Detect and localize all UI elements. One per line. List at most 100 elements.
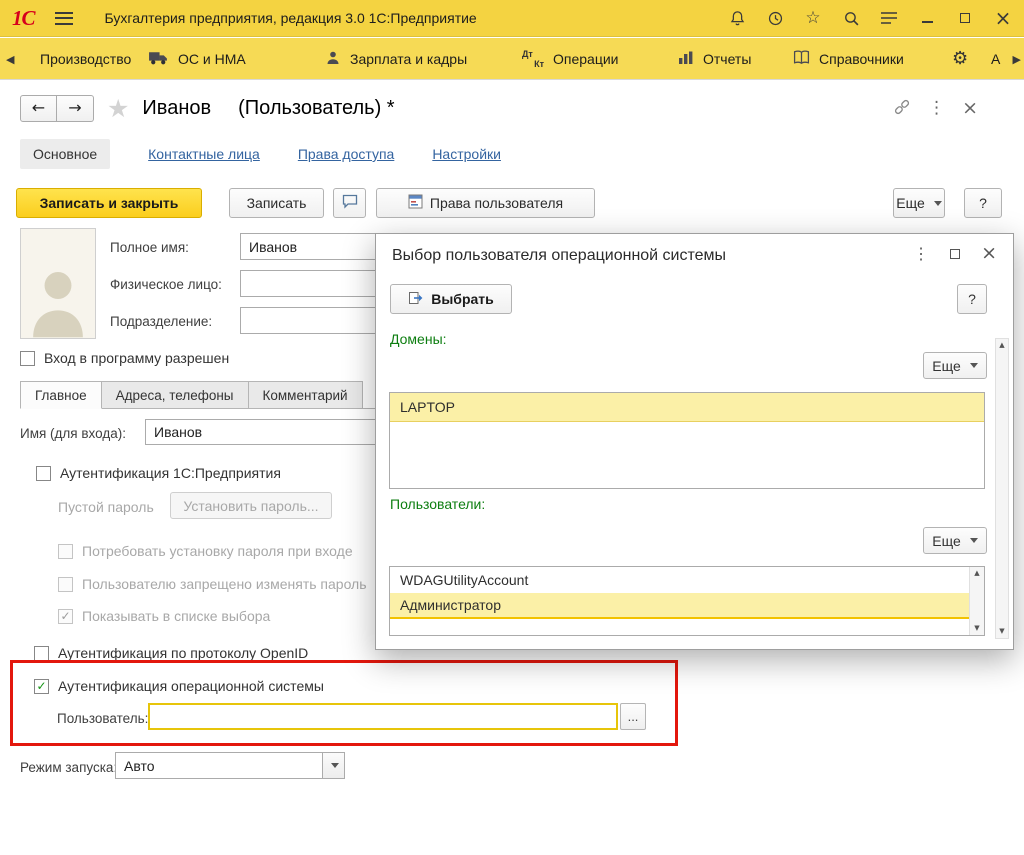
full-name-label: Полное имя:	[110, 240, 189, 255]
users-list-scrollbar[interactable]: ▲ ▼	[969, 567, 984, 635]
user-photo-placeholder[interactable]	[20, 228, 96, 339]
nav-item-production[interactable]: Производство	[40, 38, 131, 80]
auth-1c-checkbox[interactable]: Аутентификация 1С:Предприятия	[36, 465, 281, 481]
scroll-down-icon[interactable]: ▼	[974, 622, 979, 635]
help-button[interactable]: ?	[964, 188, 1002, 218]
titlebar: 1С Бухгалтерия предприятия, редакция 3.0…	[0, 0, 1024, 37]
nav-item-directories[interactable]: Справочники	[793, 38, 904, 80]
history-buttons: ← →	[20, 95, 94, 122]
gear-icon[interactable]: ⚙	[952, 38, 968, 80]
dialog-maximize-icon[interactable]	[950, 249, 960, 259]
form-close-icon[interactable]: ×	[962, 99, 978, 118]
os-user-select-dialog: Выбор пользователя операционной системы …	[375, 233, 1014, 650]
back-button[interactable]: ←	[20, 95, 57, 122]
nav-scroll-left-icon[interactable]: ◀	[6, 38, 14, 80]
dialog-more-icon[interactable]: ⋮	[913, 246, 929, 262]
save-button[interactable]: Записать	[229, 188, 324, 218]
run-mode-label: Режим запуска:	[20, 760, 117, 775]
user-rights-icon	[408, 194, 423, 212]
tab-comment[interactable]: Комментарий	[248, 381, 363, 409]
forbid-password-change-checkbox: Пользователю запрещено изменять пароль	[58, 576, 367, 592]
user-row-selected[interactable]: Администратор	[390, 593, 970, 619]
nav-item-overflow[interactable]: А	[991, 38, 1000, 80]
scroll-up-icon[interactable]: ▲	[974, 567, 979, 580]
main-menu-icon[interactable]	[55, 12, 73, 25]
scroll-up-icon[interactable]: ▲	[999, 339, 1004, 352]
user-rights-button[interactable]: Права пользователя	[376, 188, 595, 218]
os-auth-checkbox[interactable]: ✓ Аутентификация операционной системы	[34, 678, 324, 694]
domains-list: LAPTOP	[389, 392, 985, 489]
chevron-down-icon	[934, 201, 942, 206]
sections-navbar: ◀ Производство ОС и НМА Зарплата и кадры…	[0, 38, 1024, 80]
show-in-list-checkbox: ✓ Показывать в списке выбора	[58, 608, 270, 624]
minimize-icon[interactable]	[908, 0, 946, 37]
nav-item-os-nma[interactable]: ОС и НМА	[148, 38, 246, 80]
favorite-star-icon[interactable]: ★	[107, 96, 129, 121]
form-toolbar: Записать и закрыть Записать Права пользо…	[0, 188, 1024, 220]
domains-more-button[interactable]: Еще	[923, 352, 987, 379]
history-icon[interactable]	[756, 0, 794, 37]
openid-checkbox[interactable]: Аутентификация по протоколу OpenID	[34, 645, 308, 661]
bar-chart-icon	[678, 51, 694, 68]
login-name-label: Имя (для входа):	[20, 426, 126, 441]
department-label: Подразделение:	[110, 314, 212, 329]
users-label: Пользователи:	[390, 496, 485, 512]
tab-glavnoe[interactable]: Главное	[20, 381, 102, 409]
forward-button[interactable]: →	[57, 95, 94, 122]
users-list: WDAGUtilityAccount Администратор ▲ ▼	[389, 566, 985, 636]
domains-label: Домены:	[390, 331, 447, 347]
nav-item-reports[interactable]: Отчеты	[678, 38, 751, 80]
nav-item-salary-hr[interactable]: Зарплата и кадры	[325, 38, 467, 80]
users-more-button[interactable]: Еще	[923, 527, 987, 554]
comment-icon	[342, 194, 358, 212]
functions-menu-icon[interactable]	[870, 0, 908, 37]
notifications-bell-icon[interactable]	[718, 0, 756, 37]
dialog-scrollbar[interactable]: ▲ ▼	[995, 338, 1009, 639]
avatar	[29, 262, 87, 338]
search-icon[interactable]	[832, 0, 870, 37]
tab-addresses[interactable]: Адреса, телефоны	[101, 381, 249, 409]
truck-icon	[148, 50, 169, 68]
dialog-close-icon[interactable]: ×	[981, 244, 997, 263]
dialog-help-button[interactable]: ?	[957, 284, 987, 314]
nav-item-operations[interactable]: Дт Кт Операции	[522, 38, 619, 80]
object-type: (Пользователь) *	[238, 97, 394, 119]
empty-password-label: Пустой пароль	[58, 499, 154, 515]
person-icon	[325, 50, 341, 69]
favorites-star-icon[interactable]: ☆	[794, 0, 832, 37]
domain-row-selected[interactable]: LAPTOP	[390, 393, 984, 422]
tab-main[interactable]: Основное	[20, 139, 110, 169]
run-mode-select[interactable]: Авто	[115, 752, 345, 779]
dialog-controls: ⋮ ×	[913, 244, 997, 263]
tab-settings[interactable]: Настройки	[432, 146, 501, 162]
os-user-input[interactable]	[148, 703, 618, 730]
combo-dropdown-button[interactable]	[322, 753, 344, 778]
os-user-browse-button[interactable]: ...	[620, 703, 646, 730]
nav-scroll-right-icon[interactable]: ▶	[1013, 38, 1021, 80]
login-allowed-checkbox[interactable]: Вход в программу разрешен	[20, 350, 229, 366]
tab-contact-persons[interactable]: Контактные лица	[148, 146, 260, 162]
link-icon[interactable]	[893, 98, 911, 119]
maximize-icon[interactable]	[946, 0, 984, 37]
select-button[interactable]: Выбрать	[390, 284, 512, 314]
window-title: Бухгалтерия предприятия, редакция 3.0 1С…	[105, 10, 477, 26]
more-button[interactable]: Еще	[893, 188, 945, 218]
book-icon	[793, 50, 810, 68]
select-icon	[408, 290, 424, 309]
user-name: Иванов	[142, 97, 211, 119]
os-user-label: Пользователь:	[57, 711, 148, 726]
titlebar-actions: ☆ ×	[718, 0, 1022, 37]
more-menu-icon[interactable]: ⋮	[928, 100, 945, 117]
chevron-down-icon	[970, 363, 978, 368]
content-tabs: Главное Адреса, телефоны Комментарий	[20, 381, 362, 409]
chevron-down-icon	[970, 538, 978, 543]
one-c-logo: 1С	[12, 6, 35, 31]
tab-access-rights[interactable]: Права доступа	[298, 146, 394, 162]
discussion-button[interactable]	[333, 188, 366, 218]
set-password-button: Установить пароль...	[170, 492, 332, 519]
scroll-down-icon[interactable]: ▼	[999, 625, 1004, 638]
save-and-close-button[interactable]: Записать и закрыть	[16, 188, 202, 218]
chevron-down-icon	[331, 763, 339, 768]
close-icon[interactable]: ×	[984, 0, 1022, 37]
user-row[interactable]: WDAGUtilityAccount	[390, 567, 970, 593]
